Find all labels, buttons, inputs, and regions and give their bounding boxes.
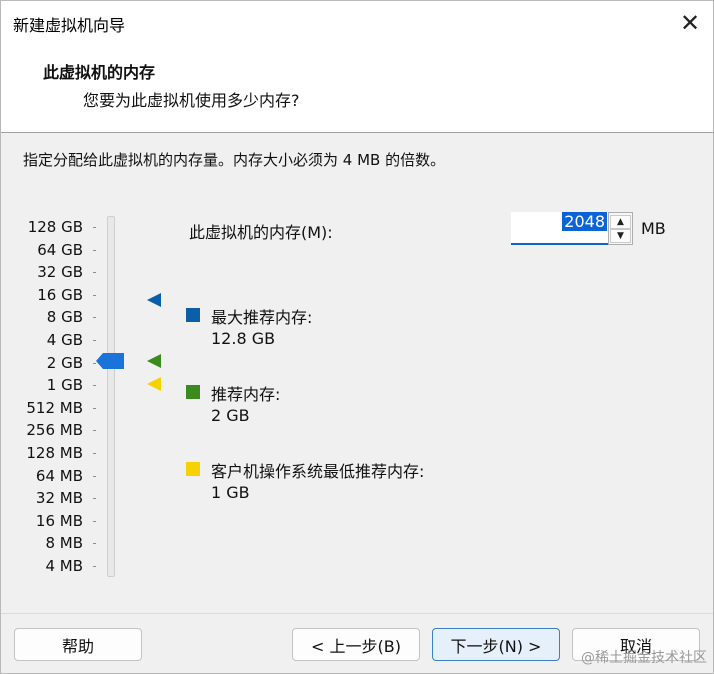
scale-tick	[93, 430, 96, 432]
recommended-marker-icon	[147, 354, 161, 368]
memory-value: 2048	[562, 212, 607, 231]
scale-label: 32 GB	[37, 263, 83, 282]
watermark: @稀土掘金技术社区	[581, 650, 707, 666]
max-recommended-label: 最大推荐内存:	[211, 308, 313, 327]
scale-label: 8 GB	[46, 308, 83, 327]
scale-tick	[93, 520, 96, 522]
minimum-value: 1 GB	[211, 483, 250, 502]
scale-label: 16 MB	[35, 511, 83, 530]
scale-label: 16 GB	[37, 285, 83, 304]
chevron-down-icon: ▼	[617, 231, 624, 241]
scale-tick	[93, 407, 96, 409]
max-recommended-marker-icon	[147, 293, 161, 307]
minimum-marker-icon	[147, 377, 161, 391]
page-subtitle: 您要为此虚拟机使用多少内存?	[83, 91, 300, 110]
help-button[interactable]: 帮助	[14, 628, 142, 661]
scale-label: 64 GB	[37, 240, 83, 259]
chevron-up-icon: ▲	[617, 217, 624, 227]
max-recommended-value: 12.8 GB	[211, 329, 276, 348]
scale-label: 4 MB	[45, 557, 83, 575]
spin-down-button[interactable]: ▼	[610, 229, 631, 243]
memory-input[interactable]: 2048	[511, 212, 609, 245]
spin-up-button[interactable]: ▲	[610, 215, 631, 229]
scale-tick	[93, 249, 96, 251]
max-recommended-square-icon	[186, 308, 200, 322]
scale-label: 128 GB	[27, 218, 83, 236]
title-bar: 新建虚拟机向导 ✕	[1, 1, 713, 45]
scale-tick	[93, 294, 96, 296]
memory-slider-track[interactable]	[107, 216, 115, 577]
next-button[interactable]: 下一步(N) >	[432, 628, 560, 661]
back-button[interactable]: < 上一步(B)	[292, 628, 420, 661]
instruction-text: 指定分配给此虚拟机的内存量。内存大小必须为 4 MB 的倍数。	[23, 151, 446, 169]
recommended-label: 推荐内存:	[211, 385, 281, 404]
scale-tick	[93, 385, 96, 387]
minimum-label: 客户机操作系统最低推荐内存:	[211, 462, 425, 481]
scale-tick	[93, 317, 96, 319]
window-title: 新建虚拟机向导	[13, 16, 126, 35]
new-vm-wizard-window: 新建虚拟机向导 ✕ 此虚拟机的内存 您要为此虚拟机使用多少内存? 指定分配给此虚…	[0, 0, 714, 674]
scale-label: 64 MB	[35, 466, 83, 485]
scale-tick	[93, 227, 96, 228]
scale-label: 1 GB	[46, 376, 83, 395]
recommended-square-icon	[186, 385, 200, 399]
scale-label: 4 GB	[46, 331, 83, 349]
close-button[interactable]: ✕	[667, 1, 713, 45]
memory-label: 此虚拟机的内存(M):	[189, 223, 333, 242]
wizard-header: 此虚拟机的内存 您要为此虚拟机使用多少内存?	[1, 45, 713, 133]
memory-slider-thumb[interactable]	[96, 353, 124, 369]
scale-tick	[93, 272, 96, 274]
scale-tick	[93, 340, 96, 341]
memory-unit: MB	[641, 219, 666, 238]
scale-label: 256 MB	[26, 421, 83, 440]
scale-label: 128 MB	[26, 444, 83, 462]
recommended-value: 2 GB	[211, 406, 250, 425]
page-title: 此虚拟机的内存	[43, 63, 156, 82]
memory-spinner[interactable]: ▲ ▼	[608, 212, 633, 245]
scale-label: 2 GB	[46, 353, 83, 372]
scale-label: 512 MB	[26, 398, 83, 417]
minimum-square-icon	[186, 462, 200, 476]
scale-label: 8 MB	[45, 534, 83, 553]
scale-tick	[93, 543, 96, 545]
scale-tick	[93, 475, 96, 477]
scale-tick	[93, 498, 96, 500]
scale-label: 32 MB	[35, 489, 83, 508]
scale-tick	[93, 566, 96, 567]
scale-tick	[93, 453, 96, 454]
close-icon: ✕	[679, 9, 701, 37]
